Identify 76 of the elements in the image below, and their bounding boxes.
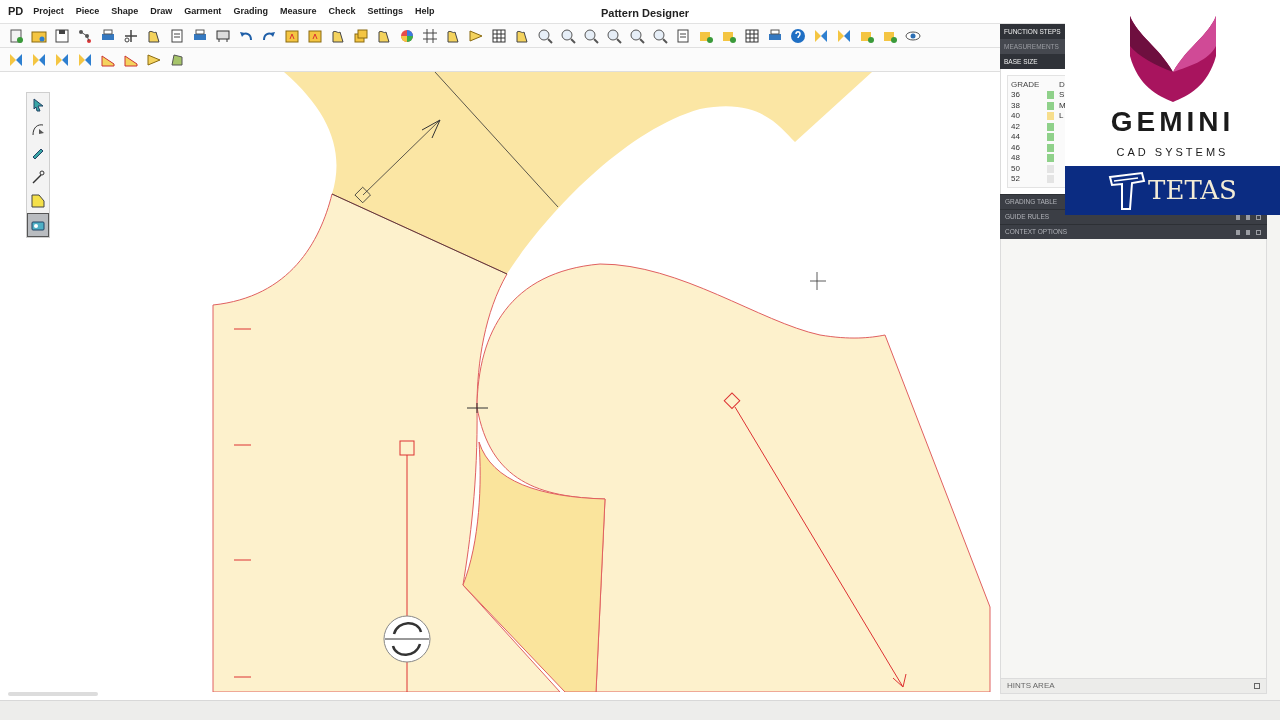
grade-size: 38 [1010, 101, 1021, 110]
notch-mark [233, 444, 252, 446]
grade-size: 36 [1010, 91, 1021, 100]
magnifier-icon[interactable] [651, 27, 668, 44]
menu-item[interactable]: Piece [69, 4, 106, 19]
scissors-icon[interactable] [122, 27, 139, 44]
tool-button[interactable] [27, 213, 49, 237]
magnifier-icon[interactable] [628, 27, 645, 44]
grade-code: M [1058, 101, 1066, 110]
menu-item[interactable]: Settings [361, 4, 409, 19]
arrow-cursor-icon [30, 97, 46, 113]
menu-item[interactable]: Shape [105, 4, 145, 19]
partner-wordmark: TETAS [1148, 174, 1237, 207]
hatched-shape-icon[interactable] [168, 51, 185, 68]
point-marker-icon [466, 402, 489, 414]
grade-size: 50 [1010, 164, 1021, 173]
curve-tool-icon [30, 121, 46, 137]
grade-size: 46 [1010, 143, 1021, 152]
logo-tagline: CAD SYSTEMS [1116, 145, 1229, 160]
menu-item[interactable]: Project [27, 4, 70, 19]
horizontal-scrollbar[interactable] [8, 692, 98, 696]
page-letter-icon[interactable] [306, 27, 323, 44]
magnifier-icon[interactable] [559, 27, 576, 44]
menu-item[interactable]: Help [408, 4, 441, 19]
document-icon[interactable] [7, 27, 24, 44]
bowtie-icon[interactable] [30, 51, 47, 68]
clipboard-icon[interactable] [168, 27, 185, 44]
crosshair-cursor-icon [809, 271, 827, 291]
maximize-icon[interactable] [1254, 683, 1260, 689]
app-label: PD [8, 4, 24, 20]
hints-area-label: HINTS AREA [1007, 680, 1055, 692]
triangle-flag-icon[interactable] [467, 27, 484, 44]
plotter-icon[interactable] [214, 27, 231, 44]
magnifier-icon[interactable] [582, 27, 599, 44]
nodes-icon[interactable] [76, 27, 93, 44]
grid-icon[interactable] [421, 27, 438, 44]
triangle-flag-icon[interactable] [145, 51, 162, 68]
grade-size: 42 [1010, 122, 1021, 131]
table-icon[interactable] [743, 27, 760, 44]
menu-item[interactable]: Grading [227, 4, 274, 19]
magnifier-icon[interactable] [536, 27, 553, 44]
notch-mark [233, 559, 252, 561]
logo-wordmark: GEMINI [1110, 108, 1235, 136]
grade-code: S [1058, 91, 1065, 100]
grade-size: 52 [1010, 175, 1021, 184]
menu-item[interactable]: Draw [144, 4, 179, 19]
bowtie-icon[interactable] [7, 51, 24, 68]
notch-mark [233, 328, 252, 330]
grade-code: L [1058, 112, 1064, 121]
help-icon[interactable] [789, 27, 806, 44]
grade-size: 48 [1010, 154, 1021, 163]
notch-mark [233, 676, 252, 678]
rotate-icon[interactable] [383, 615, 431, 663]
menu-item[interactable]: Measure [273, 4, 323, 19]
t-emblem-icon [1108, 170, 1147, 211]
bowtie-icon[interactable] [76, 51, 93, 68]
grade-size: 40 [1010, 112, 1021, 121]
table-icon[interactable] [490, 27, 507, 44]
magnifier-icon[interactable] [605, 27, 622, 44]
piece-layers-icon [30, 193, 46, 209]
menu-item[interactable]: Check [322, 4, 362, 19]
maximize-icon[interactable] [1256, 229, 1261, 235]
clipboard-icon[interactable] [674, 27, 691, 44]
floppy-icon[interactable] [53, 27, 70, 44]
grade-size: 44 [1010, 133, 1021, 142]
color-wheel-icon[interactable] [398, 27, 415, 44]
leaf-logo-icon [1127, 16, 1218, 102]
stacked-pages-icon[interactable] [352, 27, 369, 44]
bowtie-icon[interactable] [812, 27, 829, 44]
bowtie-icon[interactable] [835, 27, 852, 44]
bowtie-icon[interactable] [53, 51, 70, 68]
page-letter-icon[interactable] [283, 27, 300, 44]
menu-item[interactable]: Garment [178, 4, 228, 19]
column-header: GRADE [1010, 79, 1041, 90]
column-header: D [1058, 79, 1066, 90]
window-title: Pattern Designer [601, 6, 690, 21]
